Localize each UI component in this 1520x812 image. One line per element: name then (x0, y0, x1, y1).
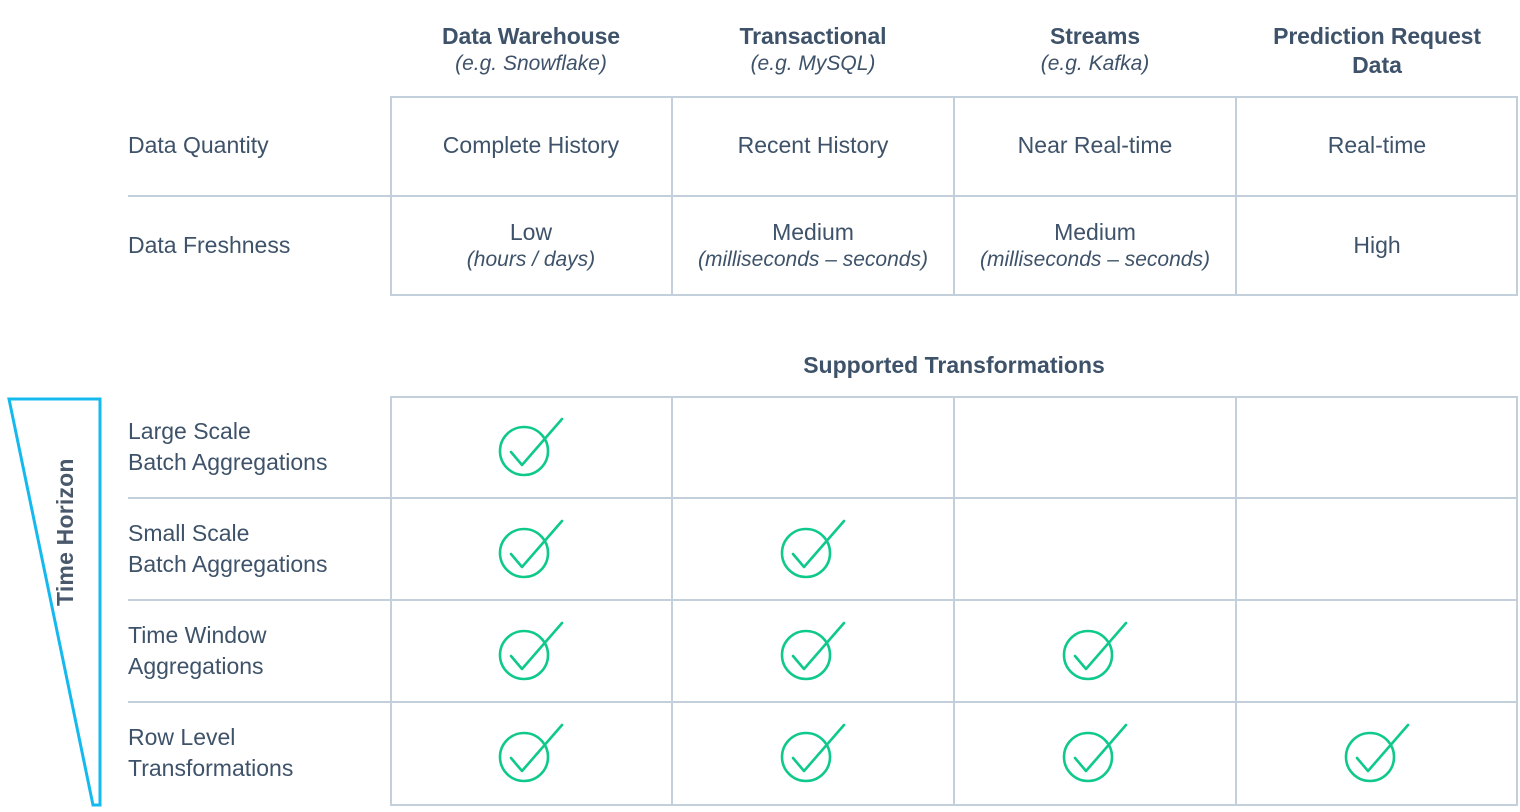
cell-data-freshness-prediction-request-data: High (1236, 196, 1518, 295)
column-header-title: Prediction Request (1273, 23, 1481, 49)
column-header-title-line2: Data (1352, 51, 1402, 78)
check-circle-icon (498, 723, 564, 782)
support-cell-small-scale-transactional (672, 498, 954, 599)
column-header-streams: Streams (e.g. Kafka) (954, 22, 1236, 77)
row-label-line2: Aggregations (128, 652, 264, 679)
support-cell-row-level-streams (954, 702, 1236, 803)
column-header-prediction-request-data: Prediction Request Data (1236, 22, 1518, 80)
cell-main-text: Medium (1054, 218, 1136, 245)
cell-data-freshness-streams: Medium (milliseconds – seconds) (954, 196, 1236, 295)
column-header-example: (e.g. Snowflake) (455, 51, 607, 75)
support-cell-time-window-data-warehouse (390, 600, 672, 701)
check-circle-icon (780, 723, 846, 782)
check-circle-icon (1062, 723, 1128, 782)
row-label-data-freshness: Data Freshness (128, 196, 390, 295)
comparison-matrix-figure: Data Warehouse (e.g. Snowflake) Transact… (0, 0, 1520, 812)
support-cell-large-scale-data-warehouse (390, 396, 672, 497)
transformation-row-label-time-window-aggregations: Time Window Aggregations (128, 600, 390, 701)
check-circle-icon (1344, 723, 1410, 782)
cell-data-quantity-transactional: Recent History (672, 96, 954, 195)
support-cell-time-window-transactional (672, 600, 954, 701)
support-cell-row-level-transactional (672, 702, 954, 803)
support-cell-row-level-data-warehouse (390, 702, 672, 803)
row-label-line1: Time Window (128, 622, 267, 649)
transformation-row-label-large-scale-batch-aggregations: Large Scale Batch Aggregations (128, 396, 390, 497)
row-label-data-quantity: Data Quantity (128, 96, 390, 195)
check-circle-icon (780, 519, 846, 578)
support-cell-small-scale-streams (954, 498, 1236, 599)
support-cell-time-window-streams (954, 600, 1236, 701)
row-label-line1: Row Level (128, 724, 236, 751)
cell-data-quantity-streams: Near Real-time (954, 96, 1236, 195)
support-cell-time-window-prediction-request-data (1236, 600, 1518, 701)
cell-main-text: High (1353, 232, 1401, 259)
cell-main-text: Recent History (737, 132, 889, 159)
column-header-example: (e.g. Kafka) (1040, 51, 1150, 75)
check-circle-icon (780, 621, 846, 680)
cell-data-quantity-prediction-request-data: Real-time (1236, 96, 1518, 195)
check-circle-icon (498, 621, 564, 680)
supported-transformations-table: Large Scale Batch Aggregations Small Sca… (0, 396, 1520, 812)
column-header-example: (e.g. MySQL) (750, 51, 876, 75)
row-label-line2: Transformations (128, 754, 294, 781)
cell-sub-text: (hours / days) (466, 247, 596, 271)
support-cell-row-level-prediction-request-data (1236, 702, 1518, 803)
column-header-transactional: Transactional (e.g. MySQL) (672, 22, 954, 77)
cell-sub-text: (milliseconds – seconds) (980, 247, 1210, 271)
check-circle-icon (498, 417, 564, 476)
cell-sub-text: (milliseconds – seconds) (698, 247, 928, 271)
column-header-title: Transactional (739, 23, 887, 49)
row-label-text: Data Quantity (128, 132, 269, 158)
support-cell-large-scale-prediction-request-data (1236, 396, 1518, 497)
cell-main-text: Real-time (1327, 132, 1427, 159)
cell-main-text: Complete History (442, 132, 620, 159)
support-cell-large-scale-streams (954, 396, 1236, 497)
support-cell-large-scale-transactional (672, 396, 954, 497)
section-title-supported-transformations: Supported Transformations (803, 352, 1105, 378)
cell-data-freshness-data-warehouse: Low (hours / days) (390, 196, 672, 295)
row-label-line1: Large Scale (128, 418, 251, 445)
column-header-title: Streams (1049, 23, 1141, 49)
support-cell-small-scale-prediction-request-data (1236, 498, 1518, 599)
support-cell-small-scale-data-warehouse (390, 498, 672, 599)
transformation-row-label-small-scale-batch-aggregations: Small Scale Batch Aggregations (128, 498, 390, 599)
cell-data-freshness-transactional: Medium (milliseconds – seconds) (672, 196, 954, 295)
data-characteristics-table: Data Warehouse (e.g. Snowflake) Transact… (0, 0, 1520, 300)
row-label-text: Data Freshness (128, 232, 291, 258)
row-label-line2: Batch Aggregations (128, 448, 328, 475)
check-circle-icon (1062, 621, 1128, 680)
cell-main-text: Low (509, 218, 553, 245)
cell-main-text: Near Real-time (1017, 132, 1173, 159)
column-header-title: Data Warehouse (442, 23, 620, 49)
cell-main-text: Medium (772, 218, 854, 245)
transformation-row-label-row-level-transformations: Row Level Transformations (128, 702, 390, 803)
check-circle-icon (498, 519, 564, 578)
row-label-line2: Batch Aggregations (128, 550, 328, 577)
row-label-line1: Small Scale (128, 520, 250, 547)
cell-data-quantity-data-warehouse: Complete History (390, 96, 672, 195)
column-header-data-warehouse: Data Warehouse (e.g. Snowflake) (390, 22, 672, 77)
